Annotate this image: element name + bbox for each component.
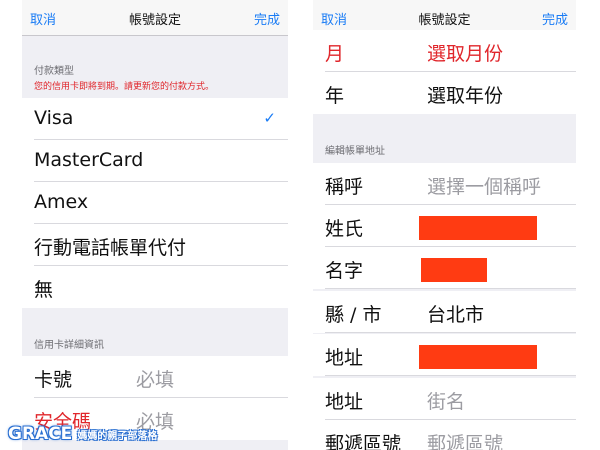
left-screen: 取消 帳號設定 完成 付款類型 您的信用卡即將到期。請更新您的付款方式。 Vis… <box>22 0 288 450</box>
payment-option-mobile-billing[interactable]: 行動電話帳單代付 <box>22 224 288 266</box>
expiry-month-field[interactable]: 月 選取月份 <box>313 30 576 72</box>
option-label: 行動電話帳單代付 <box>34 237 187 259</box>
nav-title: 帳號設定 <box>418 13 471 28</box>
card-details-header: 信用卡詳細資訊 <box>34 340 104 351</box>
right-screen: 取消 帳號設定 完成 月 選取月份 年 選取年份 編輯帳單地址 稱呼 選擇一個稱… <box>313 0 576 450</box>
postal-input[interactable]: 郵遞區號 <box>427 429 503 450</box>
year-select[interactable]: 選取年份 <box>427 81 503 108</box>
watermark-sub: 媽媽的親子部落格 <box>77 431 158 442</box>
redaction-block <box>419 216 537 240</box>
first-name-field[interactable]: 名字 <box>313 247 576 289</box>
card-number-field[interactable]: 卡號 必填 <box>22 356 288 398</box>
option-label: Amex <box>34 191 89 213</box>
redaction-block <box>421 258 487 282</box>
option-label: 無 <box>34 279 54 301</box>
city-value[interactable]: 台北市 <box>427 300 484 327</box>
month-select[interactable]: 選取月份 <box>427 39 503 66</box>
redaction-block <box>419 345 537 369</box>
last-name-label: 姓氏 <box>325 218 364 240</box>
card-number-label: 卡號 <box>34 369 73 391</box>
salutation-label: 稱呼 <box>325 176 364 198</box>
payment-option-mastercard[interactable]: MasterCard <box>22 140 288 182</box>
salutation-field[interactable]: 稱呼 選擇一個稱呼 <box>313 163 576 205</box>
address-label: 地址 <box>325 347 364 369</box>
address2-label: 地址 <box>325 391 364 413</box>
address2-field[interactable]: 地址 街名 <box>313 378 576 420</box>
city-label: 縣 / 市 <box>325 304 382 326</box>
postal-label: 郵遞區號 <box>325 433 402 450</box>
card-number-input[interactable]: 必填 <box>136 365 174 392</box>
option-label: MasterCard <box>34 149 144 171</box>
watermark: GRACE 媽媽的親子部落格 <box>8 424 157 444</box>
salutation-select[interactable]: 選擇一個稱呼 <box>427 172 541 199</box>
address-field[interactable]: 地址 <box>313 334 576 376</box>
street-input[interactable]: 街名 <box>427 387 465 414</box>
city-field[interactable]: 縣 / 市 台北市 <box>313 291 576 333</box>
billing-address-header: 編輯帳單地址 <box>325 146 385 157</box>
postal-code-field[interactable]: 郵遞區號 郵遞區號 <box>313 420 576 450</box>
first-name-label: 名字 <box>325 260 364 282</box>
watermark-main: GRACE <box>8 424 73 444</box>
year-label: 年 <box>325 85 345 107</box>
checkmark-icon: ✓ <box>263 109 276 127</box>
done-button[interactable]: 完成 <box>542 9 568 28</box>
month-label: 月 <box>325 43 345 65</box>
nav-title: 帳號設定 <box>128 13 181 28</box>
card-expiry-warning: 您的信用卡即將到期。請更新您的付款方式。 <box>34 82 215 92</box>
payment-type-header: 付款類型 <box>34 66 74 77</box>
payment-option-amex[interactable]: Amex <box>22 182 288 224</box>
expiry-year-field[interactable]: 年 選取年份 <box>313 72 576 114</box>
payment-option-none[interactable]: 無 <box>22 266 288 308</box>
last-name-field[interactable]: 姓氏 <box>313 205 576 247</box>
option-label: Visa <box>34 107 74 129</box>
payment-option-visa[interactable]: Visa ✓ <box>22 98 288 140</box>
done-button[interactable]: 完成 <box>254 9 280 28</box>
nav-bar: 取消 帳號設定 完成 <box>22 0 288 36</box>
